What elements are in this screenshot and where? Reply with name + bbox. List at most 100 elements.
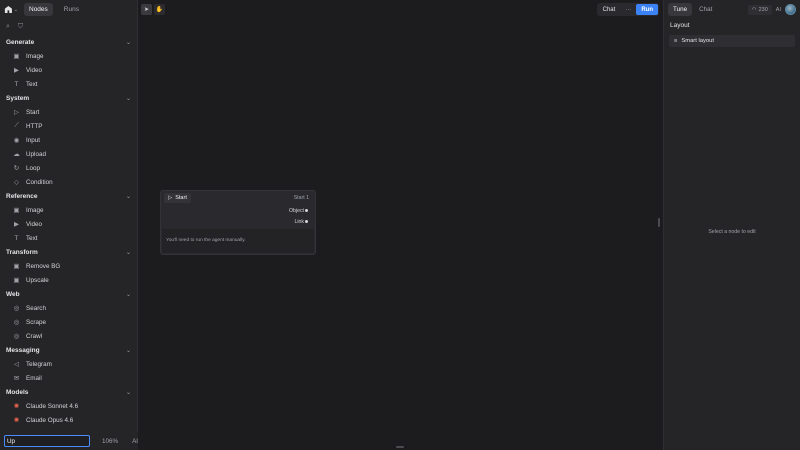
section-header-models[interactable]: Models ⌄ xyxy=(0,385,137,399)
sidebar-item-label: Claude Opus 4.6 xyxy=(26,416,74,424)
mail-icon: ✉ xyxy=(13,375,20,382)
run-button[interactable]: Run xyxy=(636,4,658,15)
image-icon: ▣ xyxy=(13,207,20,214)
sidebar-item-claude-sonnet-4-6[interactable]: ✺ Claude Sonnet 4.6 xyxy=(0,399,137,413)
sidebar-item-email[interactable]: ✉ Email xyxy=(0,371,137,385)
sidebar-item-upload[interactable]: ☁ Upload xyxy=(0,147,137,161)
video-icon: ▶ xyxy=(14,221,19,228)
sidebar-item-claude-opus-4-6[interactable]: ✺ Claude Opus 4.6 xyxy=(0,413,137,427)
start-node[interactable]: ▷ Start Start 1 Object Link You'll need … xyxy=(160,190,316,255)
play-icon: ▷ xyxy=(168,194,173,201)
sidebar-item-remove-bg[interactable]: ▣ Remove BG xyxy=(0,259,137,273)
sidebar-item-input[interactable]: ◉ Input xyxy=(0,133,137,147)
globe-icon: ◎ xyxy=(13,305,20,312)
output-port-object[interactable]: Object xyxy=(289,208,308,214)
section-title: Web xyxy=(6,290,20,298)
search-icon[interactable]: ⌕ xyxy=(6,23,10,31)
sidebar-item-text[interactable]: T Text xyxy=(0,77,137,91)
output-port-link[interactable]: Link xyxy=(294,219,308,225)
smart-layout-label: Smart layout xyxy=(681,38,714,44)
sidebar-item-image[interactable]: ▣ Image xyxy=(0,49,137,63)
node-note: You'll need to run the agent manually. xyxy=(162,229,314,253)
layout-heading: Layout xyxy=(670,22,690,29)
tab-nodes[interactable]: Nodes xyxy=(24,3,53,16)
tab-tune[interactable]: Tune xyxy=(668,3,693,16)
sidebar-item-label: Remove BG xyxy=(26,262,61,270)
chevron-down-icon[interactable]: ⌄ xyxy=(126,249,131,256)
hand-tool-icon[interactable]: ✋ xyxy=(154,4,165,15)
chevron-down-icon[interactable]: ⌄ xyxy=(126,193,131,200)
canvas-toolbar: ➤ ✋ xyxy=(141,4,165,15)
section-header-generate[interactable]: Generate ⌄ xyxy=(0,35,137,49)
section-title: Reference xyxy=(6,192,38,200)
sidebar-item-label: Text xyxy=(26,234,38,242)
sidebar-item-label: Email xyxy=(26,374,42,382)
chevron-down-icon[interactable]: ⌄ xyxy=(126,347,131,354)
sidebar-item-label: Video xyxy=(26,220,42,228)
sidebar-item-video[interactable]: ▶ Video xyxy=(0,63,137,77)
sidebar-item-video[interactable]: ▶ Video xyxy=(0,217,137,231)
port-dot[interactable] xyxy=(305,220,308,223)
section-title: System xyxy=(6,94,30,102)
credits-badge[interactable]: ◠ 230 xyxy=(747,4,772,15)
sidebar-item-upscale[interactable]: ▣ Upscale xyxy=(0,273,137,287)
node-title-pill: ▷ Start xyxy=(164,192,191,203)
port-dot[interactable] xyxy=(305,209,308,212)
chevron-down-icon[interactable]: ⌄ xyxy=(126,39,131,46)
chevron-down-icon: ⌄ xyxy=(13,6,18,13)
port-label: Link xyxy=(294,219,304,225)
section-header-system[interactable]: System ⌄ xyxy=(0,91,137,105)
sidebar-item-text[interactable]: T Text xyxy=(0,231,137,245)
avatar[interactable] xyxy=(785,4,796,15)
sidebar-item-crawl[interactable]: ◎ Crawl xyxy=(0,329,137,343)
sidebar-item-label: Text xyxy=(26,80,38,88)
zoom-level[interactable]: 106% xyxy=(102,438,118,445)
canvas-actions: Chat ··· Run xyxy=(596,3,659,16)
pointer-tool-icon[interactable]: ➤ xyxy=(141,4,152,15)
sidebar-item-label: Search xyxy=(26,304,46,312)
input-icon: ◉ xyxy=(13,137,20,144)
tab-runs[interactable]: Runs xyxy=(59,3,84,16)
play-icon: ▷ xyxy=(14,109,19,116)
node-title: Start xyxy=(175,194,187,201)
port-label: Object xyxy=(289,208,304,214)
sidebar-item-image[interactable]: ▣ Image xyxy=(0,203,137,217)
ai-label[interactable]: AI xyxy=(776,7,781,13)
bottom-drag-handle[interactable] xyxy=(396,446,404,448)
globe-icon: ◎ xyxy=(13,319,20,326)
section-header-web[interactable]: Web ⌄ xyxy=(0,287,137,301)
sidebar-item-label: Image xyxy=(26,206,44,214)
smart-layout-button[interactable]: ≡ Smart layout xyxy=(669,35,795,47)
section-header-messaging[interactable]: Messaging ⌄ xyxy=(0,343,137,357)
sidebar-item-telegram[interactable]: ◁ Telegram xyxy=(0,357,137,371)
node-header: ▷ Start Start 1 xyxy=(161,191,315,204)
node-search-input[interactable] xyxy=(4,435,90,447)
sidebar-item-start[interactable]: ▷ Start xyxy=(0,105,137,119)
sidebar-item-loop[interactable]: ↻ Loop xyxy=(0,161,137,175)
section-header-reference[interactable]: Reference ⌄ xyxy=(0,189,137,203)
section-title: Generate xyxy=(6,38,35,46)
section-title: Messaging xyxy=(6,346,40,354)
sidebar-item-label: Start xyxy=(26,108,40,116)
chevron-down-icon[interactable]: ⌄ xyxy=(126,291,131,298)
tab-chat[interactable]: Chat xyxy=(694,3,717,16)
section-header-transform[interactable]: Transform ⌄ xyxy=(0,245,137,259)
panel-resize-handle[interactable] xyxy=(658,218,660,227)
diamond-icon: ◇ xyxy=(14,179,19,186)
chevron-down-icon[interactable]: ⌄ xyxy=(126,95,131,102)
chat-button[interactable]: Chat xyxy=(598,4,621,15)
link-icon: ⟋ xyxy=(14,122,19,129)
sidebar-item-label: Telegram xyxy=(26,360,52,368)
sidebar-item-scrape[interactable]: ◎ Scrape xyxy=(0,315,137,329)
more-button[interactable]: ··· xyxy=(620,4,636,15)
home-icon xyxy=(4,5,12,14)
sidebar-item-condition[interactable]: ◇ Condition xyxy=(0,175,137,189)
sidebar-item-http[interactable]: ⟋ HTTP xyxy=(0,119,137,133)
app-logo[interactable]: ⌄ xyxy=(4,4,18,16)
filter-icon[interactable]: ⛉ xyxy=(18,23,23,31)
chevron-down-icon[interactable]: ⌄ xyxy=(126,389,131,396)
workflow-canvas[interactable]: ➤ ✋ Chat ··· Run ▷ Start Start 1 Object … xyxy=(138,0,663,450)
sidebar-item-label: Claude Sonnet 4.6 xyxy=(26,402,79,410)
globe-icon: ◎ xyxy=(13,333,20,340)
sidebar-item-search[interactable]: ◎ Search xyxy=(0,301,137,315)
